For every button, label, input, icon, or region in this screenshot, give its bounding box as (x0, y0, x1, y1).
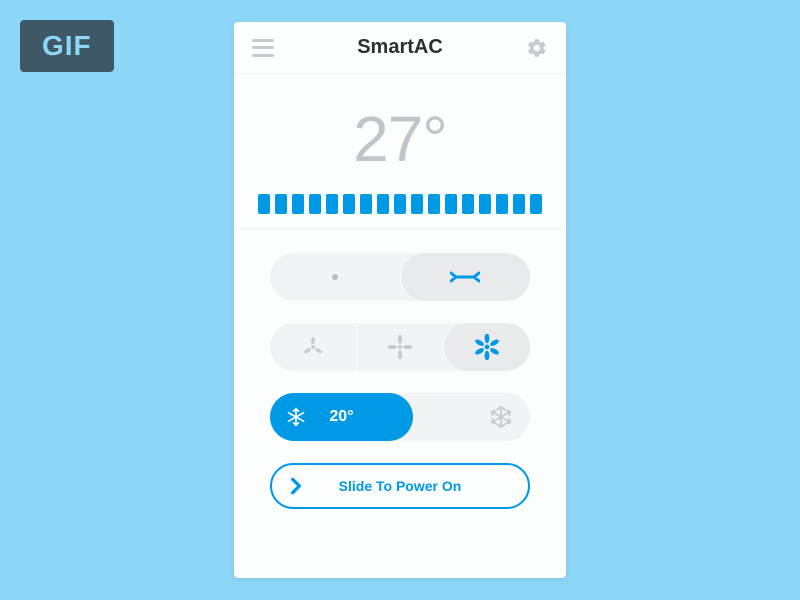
fan-medium-option[interactable] (356, 323, 443, 371)
header-bar: SmartAC (234, 22, 566, 74)
snowflake-small-icon (286, 407, 306, 427)
scale-tick (462, 194, 474, 214)
snowflake-large-icon (490, 406, 512, 428)
current-temperature: 27° (234, 74, 566, 194)
scale-tick (377, 194, 389, 214)
section-divider (234, 228, 566, 229)
settings-button[interactable] (526, 37, 548, 59)
fan-low-option[interactable] (270, 323, 356, 371)
scale-tick (530, 194, 542, 214)
app-window: SmartAC 27° (234, 22, 566, 578)
scale-tick (292, 194, 304, 214)
swing-fixed-option[interactable] (270, 253, 400, 301)
scale-tick (411, 194, 423, 214)
swing-oscillate-option[interactable] (400, 253, 531, 301)
scale-tick (360, 194, 372, 214)
target-temperature-value: 20° (329, 408, 353, 426)
scale-tick (275, 194, 287, 214)
scale-tick (479, 194, 491, 214)
power-label: Slide To Power On (339, 478, 462, 494)
menu-icon[interactable] (252, 39, 274, 57)
scale-tick (428, 194, 440, 214)
dot-icon (332, 274, 338, 280)
temperature-scale[interactable] (234, 194, 566, 228)
fan-medium-icon (388, 335, 412, 359)
power-slider[interactable]: Slide To Power On (270, 463, 530, 509)
controls-panel: 20° Slide To Power On (234, 253, 566, 509)
fan-low-icon (302, 336, 324, 358)
fan-high-option[interactable] (443, 323, 530, 371)
target-temperature-handle[interactable]: 20° (270, 393, 413, 441)
gif-badge: GIF (20, 20, 114, 72)
scale-tick (513, 194, 525, 214)
app-title: SmartAC (357, 36, 443, 59)
fan-high-icon (474, 334, 500, 360)
scale-tick (309, 194, 321, 214)
gear-icon (526, 37, 548, 59)
scale-tick (394, 194, 406, 214)
swing-toggle (270, 253, 530, 301)
fan-speed-toggle (270, 323, 530, 371)
scale-tick (445, 194, 457, 214)
oscillate-icon (450, 269, 480, 285)
scale-tick (258, 194, 270, 214)
chevron-right-icon (286, 476, 306, 496)
target-temperature-slider[interactable]: 20° (270, 393, 530, 441)
scale-tick (343, 194, 355, 214)
scale-tick (496, 194, 508, 214)
scale-tick (326, 194, 338, 214)
